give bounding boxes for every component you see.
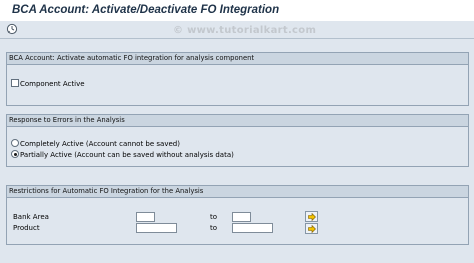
bank-area-from-input[interactable] bbox=[136, 212, 155, 222]
product-multiple-selection-button[interactable] bbox=[305, 223, 318, 234]
multiple-selection-arrow-icon bbox=[308, 213, 316, 221]
product-label: Product bbox=[13, 224, 40, 232]
bank-area-label: Bank Area bbox=[13, 213, 49, 221]
execute-clock-icon[interactable] bbox=[6, 23, 18, 35]
product-to-input[interactable] bbox=[232, 223, 273, 233]
radio-option-completely-active[interactable]: Completely Active (Account cannot be sav… bbox=[11, 139, 180, 149]
error-response-group: Response to Errors in the Analysis Compl… bbox=[6, 114, 469, 167]
partially-active-radio[interactable] bbox=[11, 150, 19, 158]
bank-area-to-input[interactable] bbox=[232, 212, 251, 222]
restrictions-group: Restrictions for Automatic FO Integratio… bbox=[6, 185, 469, 245]
completely-active-radio[interactable] bbox=[11, 139, 19, 147]
page-title: BCA Account: Activate/Deactivate FO Inte… bbox=[12, 4, 280, 16]
group-header: Restrictions for Automatic FO Integratio… bbox=[7, 186, 468, 198]
radio-option-partially-active[interactable]: Partially Active (Account can be saved w… bbox=[11, 150, 234, 160]
component-group: BCA Account: Activate automatic FO integ… bbox=[6, 52, 469, 106]
group-header: Response to Errors in the Analysis bbox=[7, 115, 468, 127]
watermark: © www.tutorialkart.com bbox=[173, 25, 317, 36]
component-active-checkbox[interactable] bbox=[11, 79, 19, 87]
multiple-selection-arrow-icon bbox=[308, 225, 316, 233]
product-to-label: to bbox=[210, 224, 218, 232]
partially-active-label: Partially Active (Account can be saved w… bbox=[20, 151, 234, 159]
completely-active-label: Completely Active (Account cannot be sav… bbox=[20, 140, 180, 148]
component-active-row[interactable]: Component Active bbox=[11, 79, 85, 89]
product-from-input[interactable] bbox=[136, 223, 177, 233]
title-bar: BCA Account: Activate/Deactivate FO Inte… bbox=[0, 0, 474, 21]
component-active-label: Component Active bbox=[20, 80, 85, 88]
group-header: BCA Account: Activate automatic FO integ… bbox=[7, 53, 468, 65]
bank-area-multiple-selection-button[interactable] bbox=[305, 211, 318, 222]
bank-area-to-label: to bbox=[210, 213, 218, 221]
